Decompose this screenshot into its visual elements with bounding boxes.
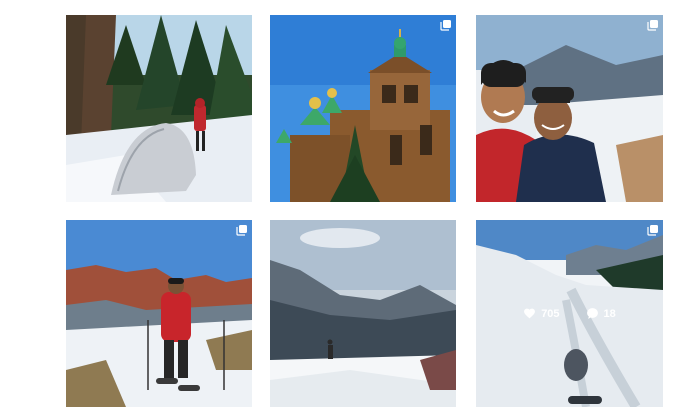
likes-stat: 705	[523, 307, 560, 320]
heart-icon	[524, 308, 536, 319]
post-image-church	[270, 15, 456, 202]
multiple-photos-icon	[647, 20, 658, 31]
multiple-photos-icon	[236, 225, 247, 236]
post-tile-3[interactable]	[476, 15, 663, 202]
hover-stats-overlay: 705 18	[476, 220, 663, 407]
comment-bubble-icon	[586, 308, 598, 319]
post-tile-1[interactable]	[66, 15, 252, 202]
comments-count: 18	[603, 307, 616, 320]
post-image-hiker	[66, 220, 252, 407]
post-tile-6[interactable]: 705 18	[476, 220, 663, 407]
likes-count: 705	[541, 307, 560, 320]
post-image-valley	[270, 220, 456, 407]
post-image-tent	[66, 15, 252, 202]
post-tile-2[interactable]	[270, 15, 456, 202]
post-tile-4[interactable]	[66, 220, 252, 407]
post-tile-5[interactable]	[270, 220, 456, 407]
post-image-selfie	[476, 15, 663, 202]
multiple-photos-icon	[440, 20, 451, 31]
comments-stat: 18	[586, 307, 616, 320]
